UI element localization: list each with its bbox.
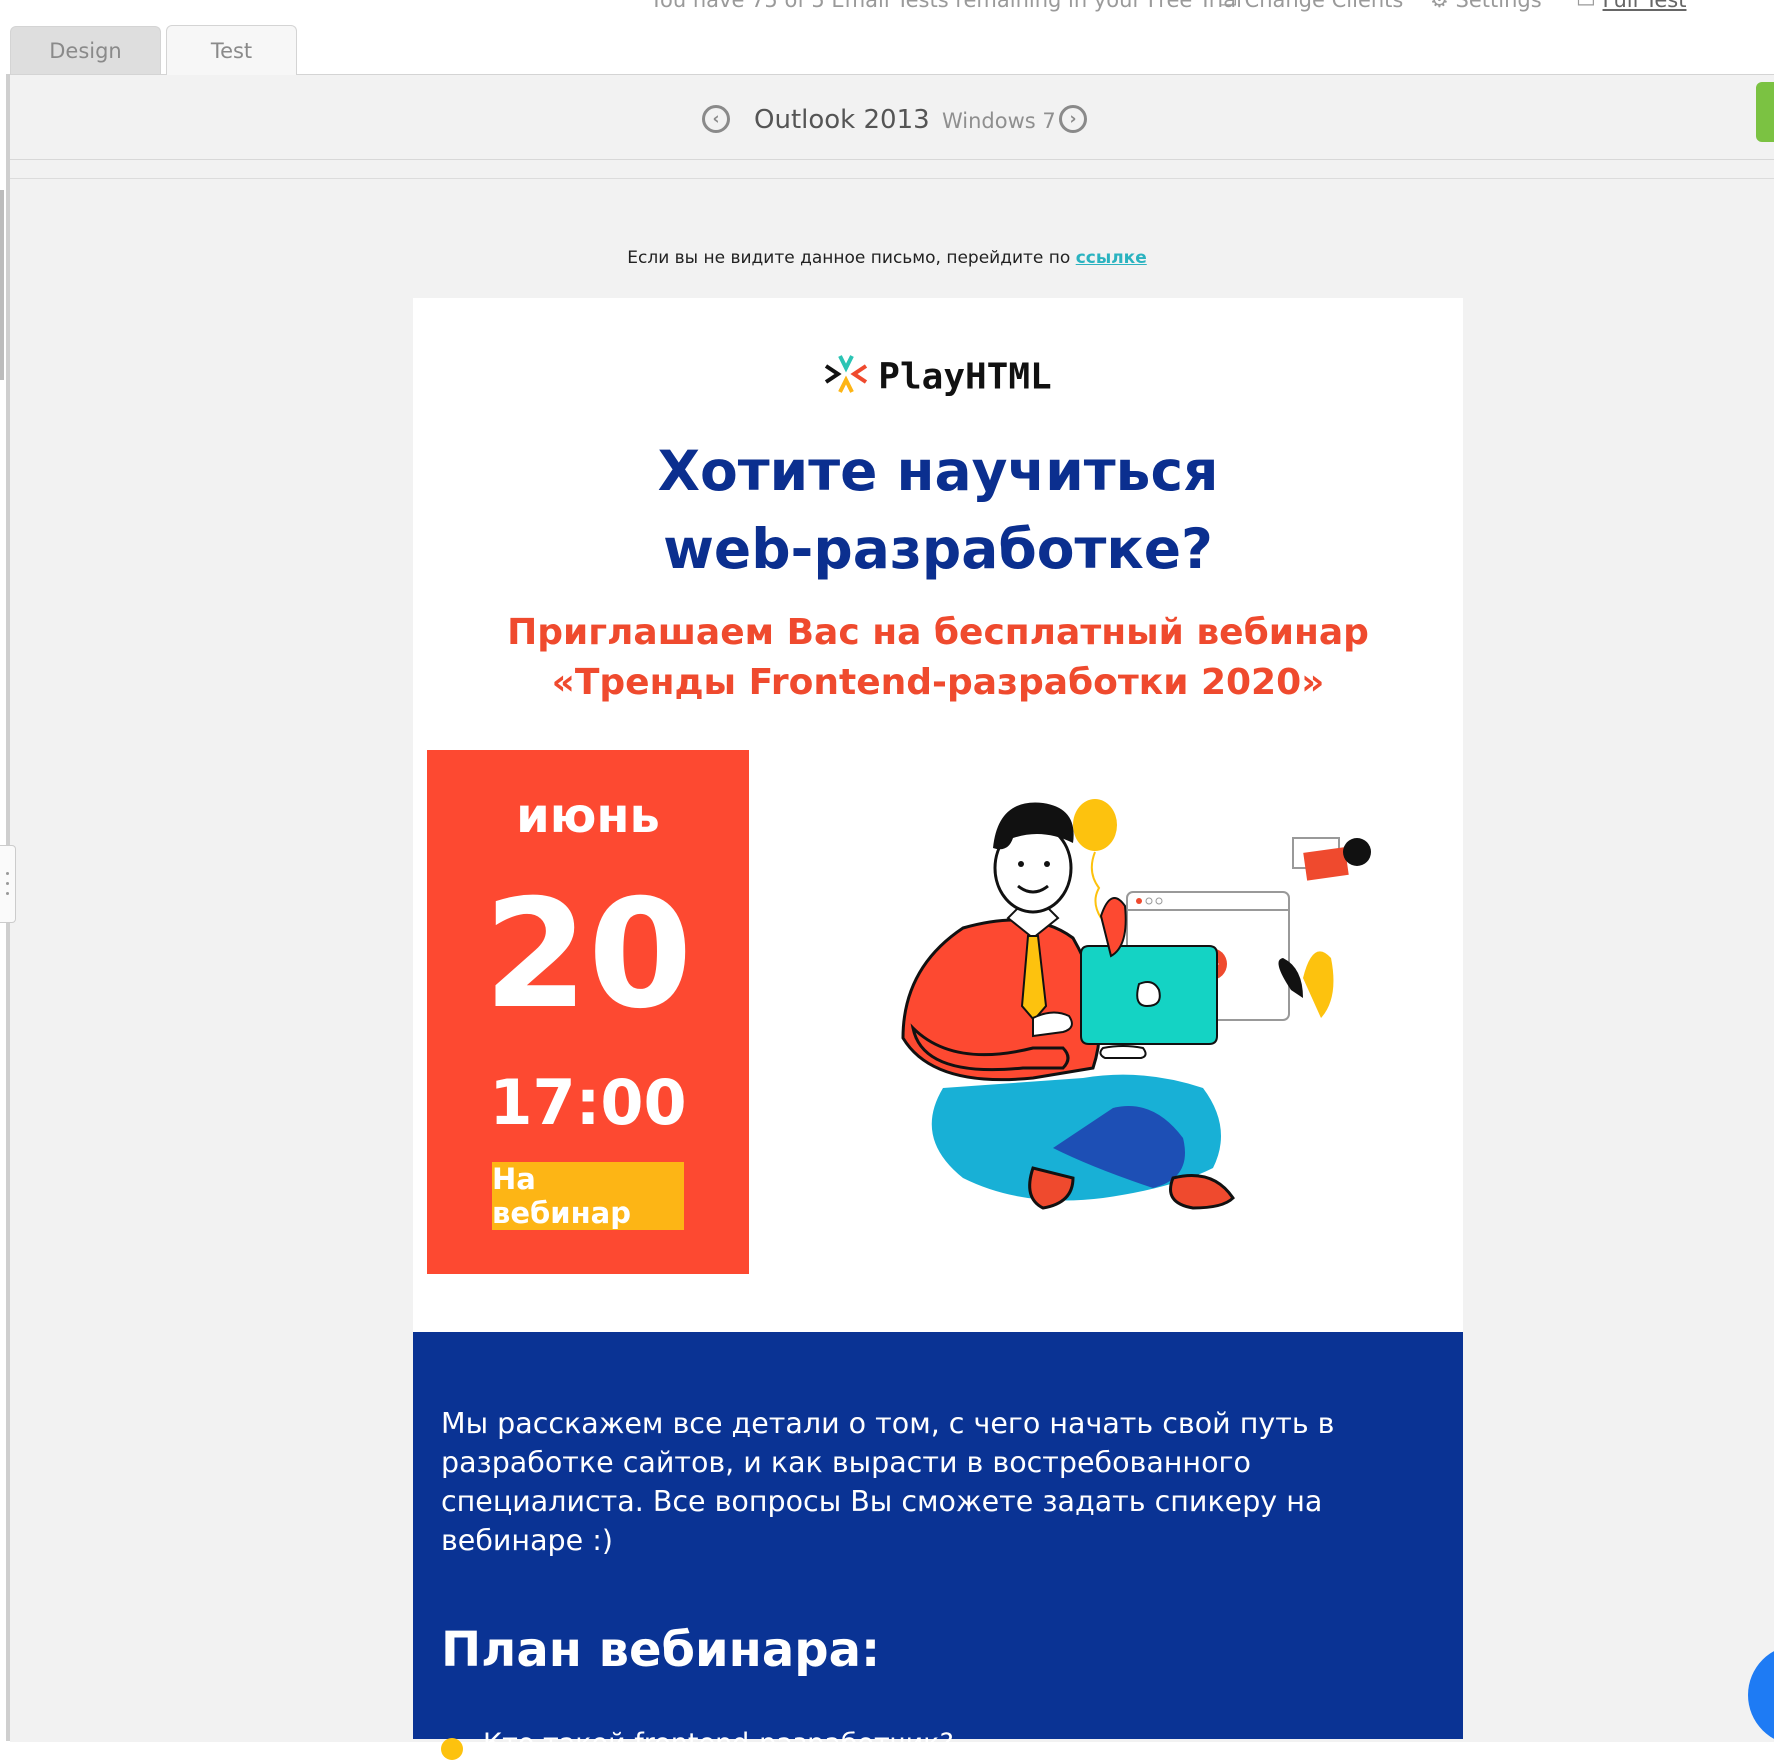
email-body: PlayHTML Хотите научиться web-разработке… bbox=[413, 298, 1463, 1760]
plan-item-text: Кто такой frontend-разработчик? bbox=[483, 1728, 954, 1759]
scrollbar-thumb[interactable] bbox=[0, 190, 4, 380]
email-hero: PlayHTML Хотите научиться web-разработке… bbox=[413, 298, 1463, 1332]
preheader-text: Если вы не видите данное письмо, перейди… bbox=[627, 248, 1071, 268]
email-details-section: Мы расскажем все детали о том, с чего на… bbox=[413, 1332, 1463, 1760]
client-selector-bar: ‹ Outlook 2013 Windows 7 › bbox=[10, 75, 1774, 160]
next-client-icon[interactable]: › bbox=[1059, 105, 1087, 133]
email-subtitle: Приглашаем Вас на бесплатный вебинар «Тр… bbox=[413, 608, 1463, 708]
email-title: Хотите научиться web-разработке? bbox=[413, 432, 1463, 588]
side-panel-handle[interactable] bbox=[0, 845, 16, 923]
settings-link[interactable]: ⚙ Settings bbox=[1430, 0, 1542, 12]
full-test-link[interactable]: ▭ Full Test bbox=[1576, 0, 1686, 12]
green-action-button[interactable] bbox=[1756, 82, 1774, 142]
title-line-2: web-разработке? bbox=[663, 517, 1213, 581]
tab-design-label: Design bbox=[49, 38, 122, 63]
top-utility-bar: You have 75 of 5 Email Tests remaining i… bbox=[0, 0, 1774, 22]
date-month: июнь bbox=[516, 788, 660, 844]
divider bbox=[10, 178, 1774, 179]
subtitle-line-1: Приглашаем Вас на бесплатный вебинар bbox=[507, 612, 1369, 653]
previous-client-icon[interactable]: ‹ bbox=[702, 105, 730, 133]
preheader-link[interactable]: ссылке bbox=[1076, 248, 1147, 268]
playhtml-logo-icon bbox=[824, 354, 868, 403]
tab-test-label: Test bbox=[210, 38, 253, 63]
client-os: Windows 7 bbox=[941, 109, 1056, 133]
change-clients-link[interactable]: ▭ Change Clients bbox=[1218, 0, 1403, 12]
tab-test[interactable]: Test bbox=[166, 25, 297, 75]
date-box: июнь 20 17:00 На вебинар bbox=[427, 750, 749, 1274]
tab-design[interactable]: Design bbox=[10, 26, 161, 74]
client-name: Outlook 2013 bbox=[754, 105, 930, 135]
logo-text: PlayHTML bbox=[878, 356, 1052, 398]
plan-title: План вебинара: bbox=[441, 1622, 881, 1678]
date-day: 20 bbox=[483, 868, 693, 1042]
logo: PlayHTML bbox=[413, 354, 1463, 403]
webinar-description: Мы расскажем все детали о том, с чего на… bbox=[441, 1407, 1335, 1557]
trial-remaining-text: You have 75 of 5 Email Tests remaining i… bbox=[650, 0, 1242, 12]
developer-illustration bbox=[901, 799, 1371, 1210]
title-line-1: Хотите научиться bbox=[657, 439, 1219, 503]
subtitle-line-2: «Тренды Frontend-разработки 2020» bbox=[551, 662, 1325, 703]
webinar-button[interactable]: На вебинар bbox=[492, 1162, 684, 1230]
bullet-icon bbox=[441, 1738, 463, 1760]
client-label: Outlook 2013 Windows 7 bbox=[754, 105, 1056, 135]
date-time: 17:00 bbox=[489, 1066, 687, 1139]
plan-list-item: Кто такой frontend-разработчик? bbox=[441, 1728, 1435, 1760]
preheader: Если вы не видите данное письмо, перейди… bbox=[0, 248, 1774, 268]
